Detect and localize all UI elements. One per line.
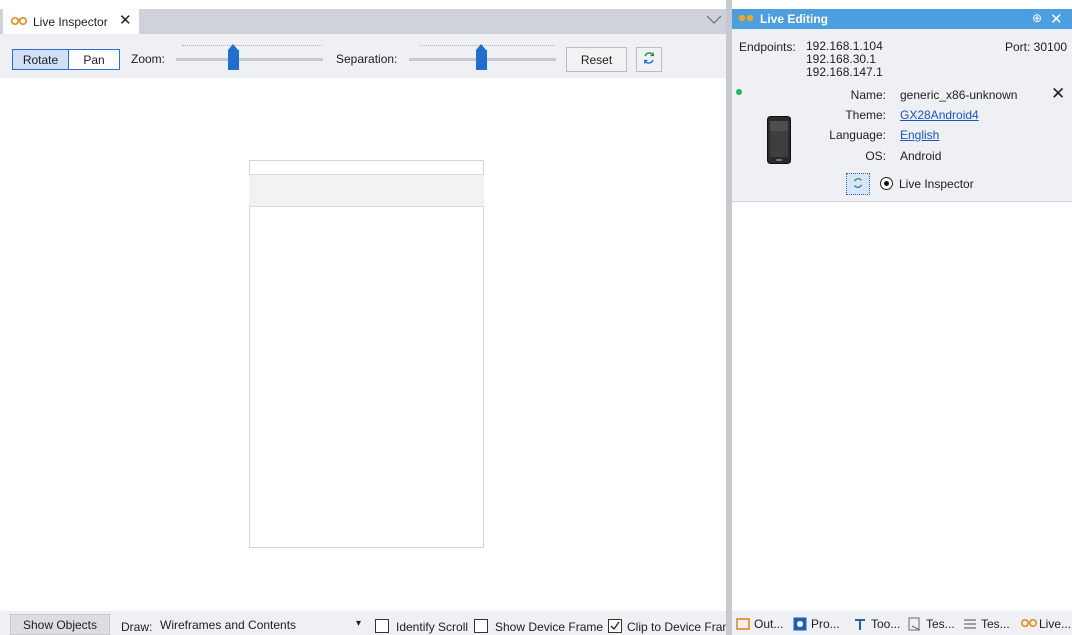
zoom-ticks — [182, 45, 322, 47]
pan-button[interactable]: Pan — [68, 49, 120, 70]
zoom-slider-thumb[interactable] — [228, 44, 239, 70]
test-list-icon — [963, 617, 977, 631]
dropdown-arrow-icon[interactable]: ▾ — [356, 618, 361, 629]
show-objects-button[interactable]: Show Objects — [10, 614, 110, 635]
glasses-icon — [738, 12, 754, 26]
output-icon — [736, 617, 750, 631]
live-editing-header: Live Editing ⊕ ✕ — [732, 9, 1072, 29]
tool-tab-label: Live... — [1039, 617, 1072, 631]
refresh-icon — [642, 51, 656, 68]
glasses-icon — [10, 15, 28, 29]
tool-tab-toolbox[interactable]: Too... — [853, 614, 900, 634]
refresh-icon — [852, 177, 864, 192]
checkmark-icon — [610, 621, 620, 631]
test-icon — [908, 617, 922, 631]
reset-button[interactable]: Reset — [566, 47, 627, 72]
tool-tab-properties[interactable]: Pro... — [793, 614, 840, 634]
close-icon[interactable]: ✕ — [119, 13, 132, 28]
device-language-label: Language: — [829, 128, 886, 142]
device-name-label: Name: — [850, 88, 886, 102]
rotate-button[interactable]: Rotate — [12, 49, 69, 70]
separation-slider-thumb[interactable] — [476, 44, 487, 70]
live-inspector-label: Live Inspector — [899, 177, 974, 191]
endpoints-label: Endpoints: — [739, 40, 796, 54]
pin-icon[interactable]: ⊕ — [1032, 11, 1042, 25]
separation-ticks — [420, 45, 555, 47]
draw-mode-select[interactable]: Wireframes and Contents — [156, 614, 368, 635]
endpoint-item: 192.168.147.1 — [806, 65, 883, 79]
refresh-button[interactable] — [636, 47, 662, 72]
tool-tab-label: Out... — [754, 617, 784, 631]
device-refresh-button[interactable] — [846, 173, 870, 195]
device-theme-link[interactable]: GX28Android4 — [900, 108, 979, 122]
device-wireframe[interactable] — [249, 160, 484, 548]
panel-title: Live Editing — [760, 12, 829, 26]
tool-tab-label: Too... — [871, 617, 901, 631]
tool-tab-label: Tes... — [926, 617, 955, 631]
device-name-value: generic_x86-unknown — [900, 88, 1018, 102]
tool-tab-test-list[interactable]: Tes... — [963, 614, 1010, 634]
show-device-frame-label: Show Device Frame — [495, 620, 604, 634]
device-language-link[interactable]: English — [900, 128, 939, 142]
device-os-label: OS: — [865, 149, 886, 163]
close-icon[interactable]: ✕ — [1050, 10, 1063, 28]
properties-icon — [793, 617, 807, 631]
device-wireframe-header[interactable] — [249, 174, 484, 207]
toolbox-icon — [853, 617, 867, 631]
device-os-value: Android — [900, 149, 942, 163]
draw-label: Draw: — [121, 620, 153, 634]
clip-to-device-frame-checkbox[interactable] — [608, 619, 622, 633]
tool-tab-live[interactable]: Live... — [1020, 614, 1072, 634]
tool-tab-output[interactable]: Out... — [736, 614, 783, 634]
draw-mode-value: Wireframes and Contents — [160, 617, 297, 632]
identify-scroll-label: Identify Scroll — [396, 620, 469, 634]
clip-to-device-frame-label: Clip to Device Fram — [627, 620, 726, 634]
remove-device-icon[interactable]: ✕ — [1051, 84, 1065, 104]
tool-tab-label: Tes... — [981, 617, 1010, 631]
live-inspector-radio[interactable] — [880, 177, 893, 190]
port-label: Port: 30100 — [1005, 40, 1068, 54]
connection-status-dot — [736, 89, 742, 95]
tool-tab-test[interactable]: Tes... — [908, 614, 955, 634]
device-theme-label: Theme: — [845, 108, 886, 122]
tab-title: Live Inspector — [33, 14, 108, 29]
zoom-label: Zoom: — [131, 52, 166, 66]
zoom-slider-track[interactable] — [176, 58, 323, 61]
tool-tab-label: Pro... — [811, 617, 840, 631]
show-device-frame-checkbox[interactable] — [474, 619, 488, 633]
endpoints-list: 192.168.1.104 192.168.30.1 192.168.147.1 — [806, 40, 883, 80]
glasses-icon — [1020, 617, 1038, 631]
chevron-down-icon[interactable] — [706, 14, 722, 28]
separation-label: Separation: — [336, 52, 398, 66]
live-editing-empty-area — [732, 203, 1072, 611]
identify-scroll-checkbox[interactable] — [375, 619, 389, 633]
phone-icon — [767, 116, 791, 167]
tab-live-inspector[interactable]: Live Inspector ✕ — [3, 9, 139, 34]
